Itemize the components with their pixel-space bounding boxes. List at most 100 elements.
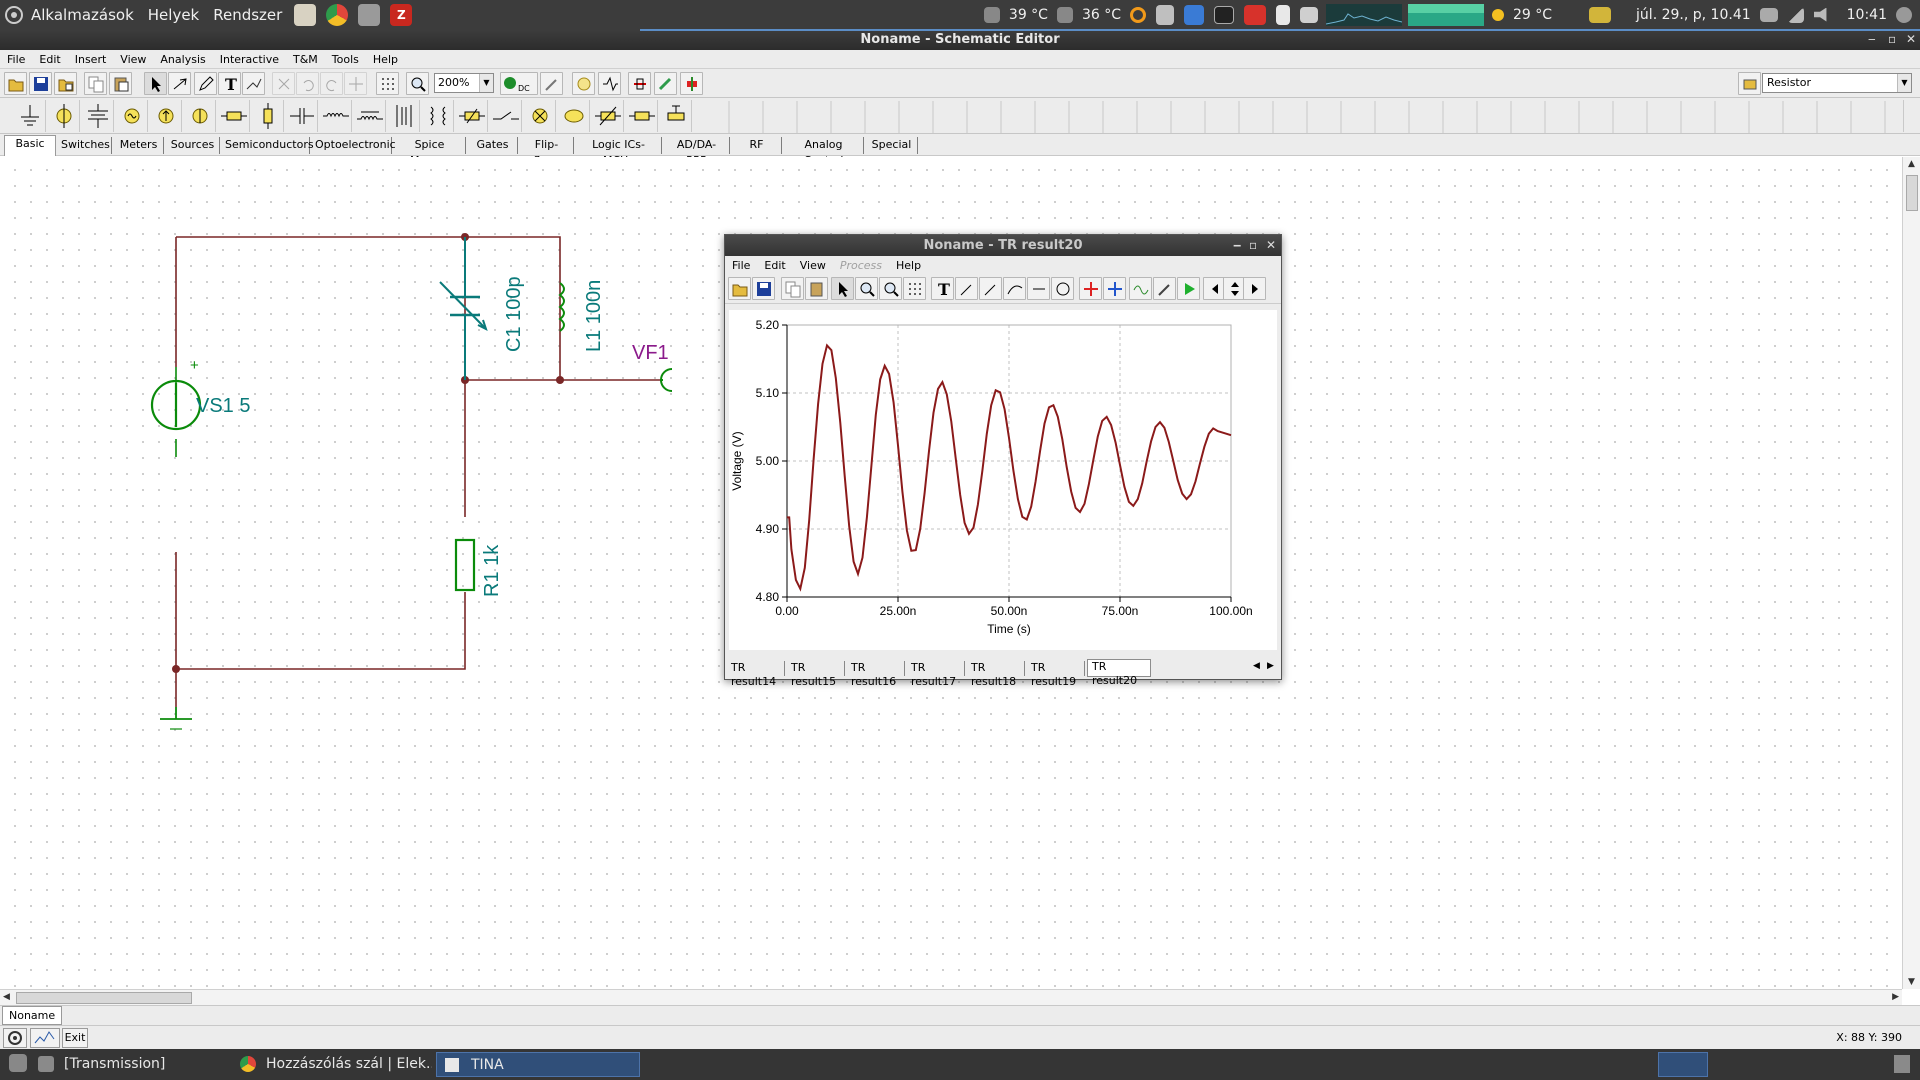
search-icon[interactable]	[1130, 6, 1146, 23]
menu-insert[interactable]: Insert	[68, 53, 114, 66]
tab-basic[interactable]: Basic	[4, 135, 56, 156]
parts-mode-icon[interactable]	[628, 72, 651, 95]
rw-menu-file[interactable]: File	[725, 259, 757, 272]
inductor-core-component-icon[interactable]	[354, 100, 386, 132]
text-tool-icon[interactable]: T	[931, 277, 954, 300]
delete-icon[interactable]	[272, 72, 295, 95]
interactive-mode-icon[interactable]	[572, 72, 595, 95]
settings-icon[interactable]	[3, 1028, 27, 1048]
close-icon[interactable]: ✕	[1906, 29, 1916, 50]
trash-launcher-icon[interactable]	[358, 3, 381, 26]
task-transmission[interactable]: [Transmission]	[30, 1052, 230, 1077]
next-icon[interactable]	[1243, 277, 1266, 300]
fuse-component-icon[interactable]	[252, 100, 284, 132]
vertical-scroll-thumb[interactable]	[1906, 175, 1918, 211]
redo-icon[interactable]	[320, 72, 343, 95]
tab-tr-result17[interactable]: TR result17	[907, 661, 965, 688]
grid-toggle-icon[interactable]	[376, 72, 399, 95]
text-editor-launcher-icon[interactable]	[294, 3, 317, 26]
calculator-icon[interactable]	[1156, 4, 1174, 25]
maximize-icon[interactable]: ▫	[1888, 29, 1896, 50]
capacitor-component-icon[interactable]	[286, 100, 318, 132]
tab-tr-result15[interactable]: TR result15	[787, 661, 845, 688]
transient-plot[interactable]: 0.00 25.00n 50.00n 75.00n 100.00n 5.20 5.10 5.0…	[729, 310, 1277, 650]
panel-menu-places[interactable]: Helyek	[141, 6, 206, 24]
tab-ad-da-555[interactable]: AD/DA-555	[664, 137, 730, 167]
clipboard-icon[interactable]	[1276, 4, 1290, 25]
tab-gates[interactable]: Gates	[468, 137, 518, 154]
tab-sources[interactable]: Sources	[166, 137, 220, 154]
vs1-voltage-source[interactable]	[150, 367, 202, 457]
grid-tool-icon[interactable]	[242, 72, 265, 95]
ground-component-icon[interactable]	[14, 100, 46, 132]
tab-meters[interactable]: Meters	[114, 137, 164, 154]
pencil-icon[interactable]	[194, 72, 217, 95]
scroll-right-icon[interactable]: ▶	[1892, 992, 1899, 1002]
tab-spice-macros[interactable]: Spice Macros	[394, 137, 466, 167]
pcb-design-icon[interactable]	[654, 72, 677, 95]
select-arrow-icon[interactable]	[831, 277, 854, 300]
save-icon[interactable]	[752, 277, 775, 300]
dc-analysis-icon[interactable]: DC	[500, 72, 538, 95]
power-icon[interactable]	[1896, 6, 1912, 23]
battery-component-icon[interactable]	[48, 100, 80, 132]
copy-icon[interactable]	[84, 72, 107, 95]
tab-special[interactable]: Special	[866, 137, 918, 154]
filezilla-launcher-icon[interactable]: Z	[390, 3, 413, 26]
crystal-component-icon[interactable]	[626, 100, 658, 132]
tab-tr-result14[interactable]: TR result14	[727, 661, 785, 688]
exit-button[interactable]: Exit	[62, 1028, 88, 1048]
run-icon[interactable]	[1177, 277, 1200, 300]
zoom-icon[interactable]	[406, 72, 429, 95]
lamp-component-icon[interactable]	[456, 100, 488, 132]
rw-menu-edit[interactable]: Edit	[757, 259, 792, 272]
vertical-scrollbar[interactable]: ▲ ▼	[1902, 157, 1920, 989]
tab-scroll-right-icon[interactable]: ▶	[1267, 661, 1274, 671]
dc-app-icon[interactable]	[1244, 4, 1266, 25]
marker-a-icon[interactable]	[1079, 277, 1102, 300]
switch-component-icon[interactable]	[490, 100, 522, 132]
probe-icon[interactable]	[540, 72, 563, 95]
panel-menu-system[interactable]: Rendszer	[206, 6, 289, 24]
tab-tr-result18[interactable]: TR result18	[967, 661, 1025, 688]
place-component-icon[interactable]	[1738, 72, 1761, 95]
tab-tr-result20[interactable]: TR result20	[1087, 659, 1151, 687]
drive-icon[interactable]	[1300, 6, 1318, 23]
tab-semiconductors[interactable]: Semiconductors	[222, 137, 314, 154]
task-tina[interactable]: TINA	[436, 1052, 640, 1077]
display-icon[interactable]	[1589, 6, 1612, 23]
curve-edit-icon[interactable]	[1003, 277, 1026, 300]
tab-rf[interactable]: RF	[732, 137, 782, 154]
result-window-title-bar[interactable]: Noname - TR result20 ‒ ▫ ✕	[725, 235, 1281, 256]
tab-tr-result19[interactable]: TR result19	[1027, 661, 1085, 688]
menu-view[interactable]: View	[113, 53, 153, 66]
diagram-view-icon[interactable]	[30, 1028, 60, 1048]
ubuntu-logo-icon[interactable]	[4, 0, 24, 29]
chevron-down-icon[interactable]: ▼	[479, 74, 493, 92]
menu-tools[interactable]: Tools	[325, 53, 366, 66]
scroll-left-icon[interactable]: ◀	[3, 992, 10, 1002]
workspace-switcher[interactable]	[1658, 1052, 1708, 1077]
save-icon[interactable]	[29, 72, 52, 95]
system-monitor-icon[interactable]	[1184, 4, 1204, 25]
ac-current-source-component-icon[interactable]	[184, 100, 216, 132]
volume-icon[interactable]	[1813, 7, 1827, 22]
result-window[interactable]: Noname - TR result20 ‒ ▫ ✕ File Edit Vie…	[724, 234, 1282, 688]
zoom-100-icon[interactable]	[879, 277, 902, 300]
horizontal-scroll-thumb[interactable]	[16, 992, 192, 1004]
paste-icon[interactable]	[109, 72, 132, 95]
potentiometer-component-icon[interactable]	[592, 100, 624, 132]
open-folder-icon[interactable]	[4, 72, 27, 95]
zoom-select[interactable]: 200% ▼	[434, 73, 494, 93]
panel-menu-applications[interactable]: Alkalmazások	[24, 6, 141, 24]
menu-analysis[interactable]: Analysis	[153, 53, 212, 66]
window-title-bar[interactable]: Noname - Schematic Editor ‒ ▫ ✕	[0, 29, 1920, 50]
cursor-b-icon[interactable]	[979, 277, 1002, 300]
menu-help[interactable]: Help	[366, 53, 405, 66]
doc-tab-noname[interactable]: Noname	[2, 1006, 63, 1025]
voltage-source-component-icon[interactable]	[82, 100, 114, 132]
scroll-down-icon[interactable]: ▼	[1908, 977, 1915, 987]
motor-component-icon[interactable]	[558, 100, 590, 132]
interactive-ac-icon[interactable]	[598, 72, 621, 95]
junction-icon[interactable]	[344, 72, 367, 95]
